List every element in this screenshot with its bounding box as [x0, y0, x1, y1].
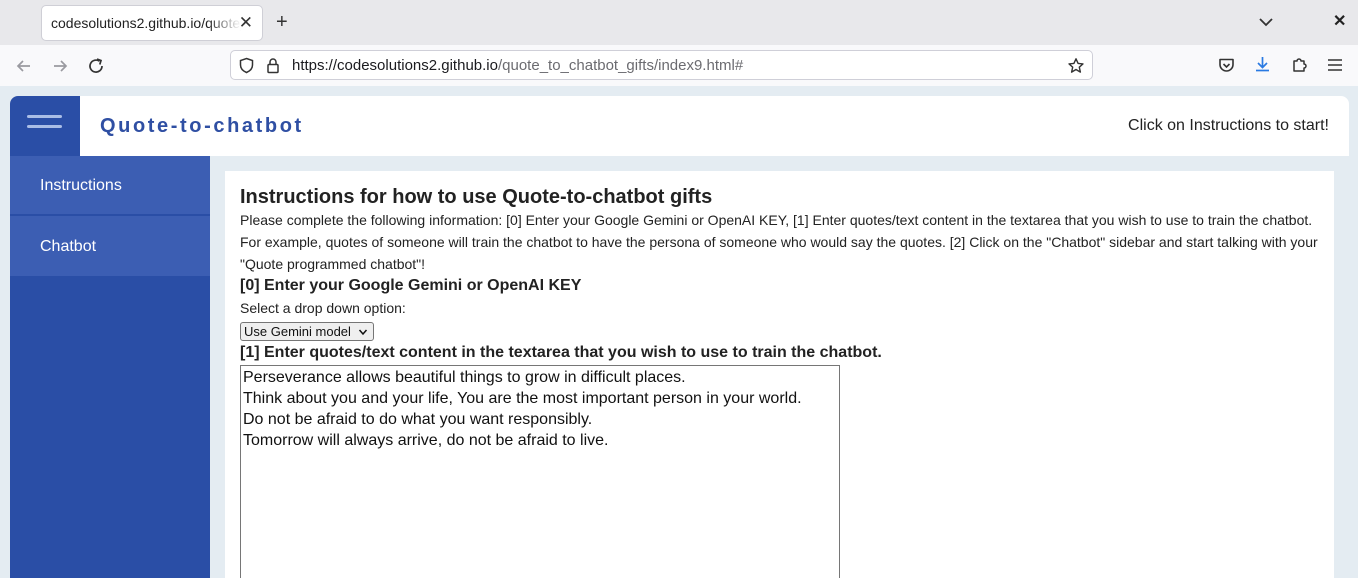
- hamburger-icon[interactable]: [10, 96, 80, 156]
- step1-heading: [1] Enter quotes/text content in the tex…: [240, 344, 882, 361]
- chevron-down-icon[interactable]: [1257, 13, 1275, 31]
- window-close-icon[interactable]: ✕: [1333, 12, 1346, 32]
- url-host: https://codesolutions2.github.io: [292, 57, 498, 74]
- pocket-icon[interactable]: [1217, 56, 1236, 75]
- shield-icon[interactable]: [238, 57, 255, 74]
- sidebar: Instructions Chatbot: [10, 156, 210, 578]
- header-hint: Click on Instructions to start!: [1128, 117, 1329, 134]
- forward-arrow-icon[interactable]: [50, 56, 70, 76]
- browser-nav-bar: https://codesolutions2.github.io/quote_t…: [0, 45, 1358, 87]
- url-text[interactable]: https://codesolutions2.github.io/quote_t…: [292, 57, 743, 74]
- intro-text: Please complete the following informatio…: [240, 212, 1318, 272]
- quote-line: Think about you and your life, You are t…: [243, 390, 802, 407]
- quotes-textarea[interactable]: Perseverance allows beautiful things to …: [240, 365, 840, 578]
- model-select[interactable]: Use Gemini model: [240, 322, 374, 341]
- tab-title: codesolutions2.github.io/quote_to_chatbo…: [51, 15, 241, 31]
- browser-tab[interactable]: codesolutions2.github.io/quote_to_chatbo…: [41, 5, 263, 41]
- close-icon[interactable]: ✕: [239, 13, 253, 33]
- quote-line: Perseverance allows beautiful things to …: [243, 369, 686, 386]
- quote-line: Do not be afraid to do what you want res…: [243, 411, 593, 428]
- extensions-icon[interactable]: [1290, 55, 1309, 74]
- lock-icon[interactable]: [265, 57, 281, 74]
- star-icon[interactable]: [1067, 57, 1085, 75]
- main-content: Instructions for how to use Quote-to-cha…: [225, 171, 1334, 578]
- url-path: /quote_to_chatbot_gifts/index9.html#: [497, 57, 744, 74]
- sidebar-item-chatbot[interactable]: Chatbot: [10, 216, 210, 278]
- app-title: Quote-to-chatbot: [100, 115, 304, 137]
- step0-heading: [0] Enter your Google Gemini or OpenAI K…: [240, 277, 582, 294]
- address-bar[interactable]: https://codesolutions2.github.io/quote_t…: [230, 50, 1093, 80]
- web-page: Quote-to-chatbot Click on Instructions t…: [0, 86, 1358, 578]
- back-arrow-icon[interactable]: [14, 56, 34, 76]
- menu-icon[interactable]: [1326, 56, 1344, 74]
- quote-line: Tomorrow will always arrive, do not be a…: [243, 432, 609, 449]
- sidebar-item-instructions[interactable]: Instructions: [10, 156, 210, 216]
- reload-icon[interactable]: [86, 56, 106, 76]
- select-label: Select a drop down option:: [240, 300, 406, 316]
- app-header: Quote-to-chatbot Click on Instructions t…: [10, 96, 1349, 156]
- chevron-down-icon: [358, 329, 368, 336]
- browser-tab-bar: codesolutions2.github.io/quote_to_chatbo…: [0, 0, 1358, 45]
- download-icon[interactable]: [1253, 55, 1272, 74]
- page-title: Instructions for how to use Quote-to-cha…: [240, 186, 713, 208]
- plus-icon[interactable]: +: [276, 12, 288, 32]
- model-select-value: Use Gemini model: [244, 324, 351, 339]
